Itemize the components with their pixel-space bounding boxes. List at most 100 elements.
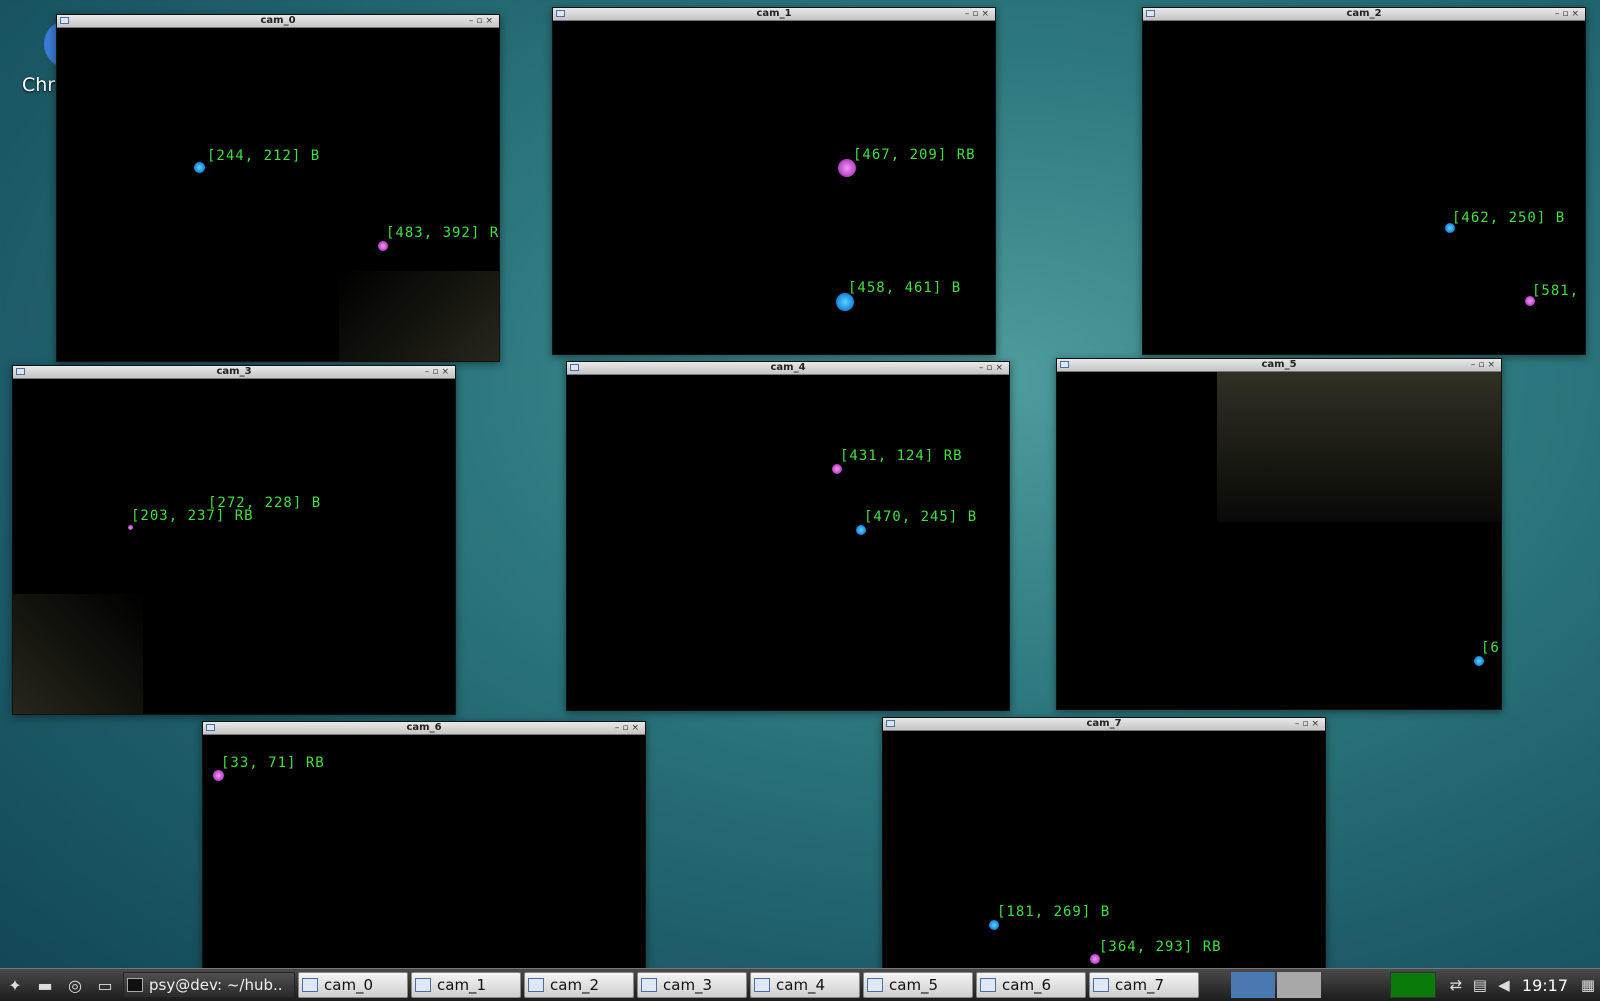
window-icon <box>528 978 544 992</box>
detection-label: [244, 212] B <box>207 148 321 164</box>
volume-icon[interactable]: ◀ <box>1492 974 1516 996</box>
camera-view: [6 <box>1057 372 1501 709</box>
detection-label: [458, 461] B <box>848 280 962 296</box>
window-cam-3[interactable]: cam_3 –▫× [272, 228] B [203, 237] RB <box>12 365 456 715</box>
task-cam-4[interactable]: cam_4 <box>750 972 860 998</box>
window-icon <box>1093 978 1109 992</box>
window-title: cam_1 <box>756 8 792 19</box>
window-controls[interactable]: –▫× <box>425 366 452 378</box>
task-label: cam_4 <box>776 976 826 994</box>
camera-view: [272, 228] B [203, 237] RB <box>13 379 455 714</box>
window-controls[interactable]: –▫× <box>615 722 642 734</box>
detection-label: [470, 245] B <box>864 509 978 525</box>
clipboard-icon[interactable]: ▤ <box>1468 974 1492 996</box>
window-cam-5[interactable]: cam_5 –▫× [6 <box>1056 358 1502 710</box>
window-title: cam_3 <box>216 366 252 377</box>
clock[interactable]: 19:17 <box>1522 976 1568 995</box>
detection-blob-rb <box>378 241 388 251</box>
task-cam-3[interactable]: cam_3 <box>637 972 747 998</box>
start-menu-icon[interactable]: ✦ <box>0 971 30 999</box>
window-icon <box>302 978 318 992</box>
window-cam-2[interactable]: cam_2 –▫× [462, 250] B [581, <box>1142 7 1586 355</box>
detection-blob-b <box>989 920 999 930</box>
window-cam-1[interactable]: cam_1 –▫× [467, 209] RB [458, 461] B <box>552 7 996 355</box>
task-terminal[interactable]: psy@dev: ~/hub.. <box>123 972 295 998</box>
detection-label: [364, 293] RB <box>1099 939 1222 955</box>
detection-label: [33, 71] RB <box>221 755 325 771</box>
window-titlebar[interactable]: cam_6 –▫× <box>203 722 645 735</box>
window-cam-0[interactable]: cam_0 –▫× [244, 212] B [483, 392] R <box>56 14 500 362</box>
file-manager-icon[interactable]: ▬ <box>30 971 60 999</box>
detection-label: [181, 269] B <box>997 904 1111 920</box>
task-label: cam_3 <box>663 976 713 994</box>
window-titlebar[interactable]: cam_5 –▫× <box>1057 359 1501 372</box>
detection-blob-rb <box>128 525 133 530</box>
task-cam-7[interactable]: cam_7 <box>1089 972 1199 998</box>
detection-blob-b <box>1474 656 1484 666</box>
terminal-icon <box>127 978 143 992</box>
window-titlebar[interactable]: cam_7 –▫× <box>883 718 1325 731</box>
task-label: cam_6 <box>1002 976 1052 994</box>
window-cam-7[interactable]: cam_7 –▫× [181, 269] B [364, 293] RB <box>882 717 1326 969</box>
detection-blob-rb <box>832 464 842 474</box>
task-label: cam_0 <box>324 976 374 994</box>
scene-structure <box>1217 372 1501 522</box>
window-controls[interactable]: –▫× <box>1471 359 1498 371</box>
scene-structure <box>13 594 143 714</box>
detection-blob-rb <box>1090 954 1100 964</box>
window-controls[interactable]: –▫× <box>469 15 496 27</box>
desktop-icon-label: Chr <box>22 74 56 96</box>
desktop-pager-1[interactable] <box>1231 972 1275 998</box>
window-titlebar[interactable]: cam_0 –▫× <box>57 15 499 28</box>
window-title: cam_4 <box>770 362 806 373</box>
detection-label: [483, 392] R <box>386 225 499 241</box>
camera-view: [33, 71] RB <box>203 735 645 968</box>
show-desktop-icon[interactable]: ▭ <box>90 971 120 999</box>
task-label: cam_2 <box>550 976 600 994</box>
window-icon <box>754 978 770 992</box>
notes-icon[interactable]: ▦ <box>1576 974 1600 996</box>
window-title: cam_6 <box>406 722 442 733</box>
detection-blob-rb <box>213 770 224 781</box>
task-label: psy@dev: ~/hub.. <box>149 976 283 994</box>
window-icon <box>415 978 431 992</box>
window-titlebar[interactable]: cam_4 –▫× <box>567 362 1009 375</box>
detection-label: [6 <box>1481 640 1500 656</box>
detection-blob-b <box>194 162 205 173</box>
task-cam-0[interactable]: cam_0 <box>298 972 408 998</box>
window-titlebar[interactable]: cam_3 –▫× <box>13 366 455 379</box>
detection-label: [462, 250] B <box>1452 210 1566 226</box>
window-controls[interactable]: –▫× <box>1295 718 1322 730</box>
cpu-monitor <box>1389 972 1436 998</box>
window-titlebar[interactable]: cam_2 –▫× <box>1143 8 1585 21</box>
window-controls[interactable]: –▫× <box>1555 8 1582 20</box>
network-icon[interactable]: ⇄ <box>1444 974 1468 996</box>
camera-view: [431, 124] RB [470, 245] B <box>567 375 1009 710</box>
window-title: cam_7 <box>1086 718 1122 729</box>
browser-icon[interactable]: ◎ <box>60 971 90 999</box>
window-titlebar[interactable]: cam_1 –▫× <box>553 8 995 21</box>
taskbar: ✦ ▬ ◎ ▭ psy@dev: ~/hub.. cam_0 cam_1 cam… <box>0 968 1600 1001</box>
window-title: cam_0 <box>260 15 296 26</box>
window-icon <box>980 978 996 992</box>
task-cam-2[interactable]: cam_2 <box>524 972 634 998</box>
window-icon <box>641 978 657 992</box>
detection-label: [581, <box>1532 283 1580 299</box>
detection-label: [203, 237] RB <box>131 508 254 524</box>
detection-label: [467, 209] RB <box>853 147 976 163</box>
window-icon <box>867 978 883 992</box>
camera-view: [462, 250] B [581, <box>1143 21 1585 354</box>
task-label: cam_5 <box>889 976 939 994</box>
desktop-pager-2[interactable] <box>1277 972 1321 998</box>
task-cam-5[interactable]: cam_5 <box>863 972 973 998</box>
window-cam-6[interactable]: cam_6 –▫× [33, 71] RB <box>202 721 646 969</box>
window-cam-4[interactable]: cam_4 –▫× [431, 124] RB [470, 245] B <box>566 361 1010 711</box>
camera-view: [467, 209] RB [458, 461] B <box>553 21 995 354</box>
task-label: cam_1 <box>437 976 487 994</box>
window-title: cam_5 <box>1261 359 1297 370</box>
task-cam-1[interactable]: cam_1 <box>411 972 521 998</box>
task-cam-6[interactable]: cam_6 <box>976 972 1086 998</box>
window-controls[interactable]: –▫× <box>979 362 1006 374</box>
camera-view: [181, 269] B [364, 293] RB <box>883 731 1325 968</box>
window-controls[interactable]: –▫× <box>965 8 992 20</box>
